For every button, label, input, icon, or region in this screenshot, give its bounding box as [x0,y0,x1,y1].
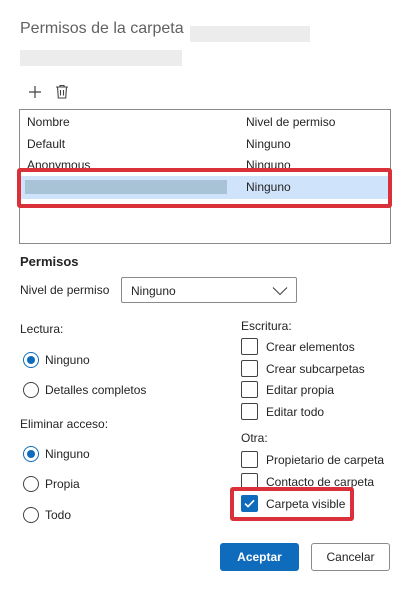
delete-access-label: Eliminar acceso: [20,417,109,431]
write-label: Escritura: [241,319,292,333]
edit-all-label[interactable]: Editar todo [266,405,324,419]
column-header-name: Nombre [27,115,70,129]
read-full-details-label[interactable]: Detalles completos [45,383,146,397]
column-header-level: Nivel de permiso [246,115,336,129]
other-label: Otra: [241,431,268,445]
permission-level-select[interactable]: Ninguno [121,277,297,303]
delete-none-label[interactable]: Ninguno [45,447,90,461]
table-row[interactable]: Default Ninguno [20,133,390,155]
row-level: Ninguno [246,137,291,151]
delete-none-radio[interactable] [23,446,39,462]
table-header: Nombre Nivel de permiso [20,111,390,133]
create-items-checkbox[interactable] [241,338,258,355]
dialog-title: Permisos de la carpeta [20,20,184,37]
edit-own-label[interactable]: Editar propia [266,383,334,397]
read-full-details-radio[interactable] [23,382,39,398]
chevron-down-icon [272,285,288,299]
selected-row-highlight [17,168,392,208]
permission-level-value: Ninguno [131,284,176,298]
delete-own-label[interactable]: Propia [45,477,80,491]
permissions-title: Permisos [20,254,79,269]
folder-owner-checkbox[interactable] [241,451,258,468]
plus-icon[interactable] [28,85,42,99]
permission-level-label: Nivel de permiso [20,283,110,297]
edit-all-checkbox[interactable] [241,403,258,420]
redacted-folder-name [190,26,310,42]
read-none-label[interactable]: Ninguno [45,353,90,367]
delete-own-radio[interactable] [23,476,39,492]
read-label: Lectura: [20,322,64,336]
delete-all-label[interactable]: Todo [45,508,71,522]
cancel-button[interactable]: Cancelar [311,543,390,571]
folder-visible-highlight [230,487,354,521]
trash-icon[interactable] [55,84,69,99]
create-subfolders-label[interactable]: Crear subcarpetas [266,362,365,376]
edit-own-checkbox[interactable] [241,381,258,398]
redacted-folder-name-continued [20,50,182,66]
read-none-radio[interactable] [23,352,39,368]
create-items-label[interactable]: Crear elementos [266,340,355,354]
folder-owner-label[interactable]: Propietario de carpeta [266,453,384,467]
row-name: Default [27,137,66,151]
delete-all-radio[interactable] [23,507,39,523]
create-subfolders-checkbox[interactable] [241,360,258,377]
accept-button[interactable]: Aceptar [220,543,299,571]
